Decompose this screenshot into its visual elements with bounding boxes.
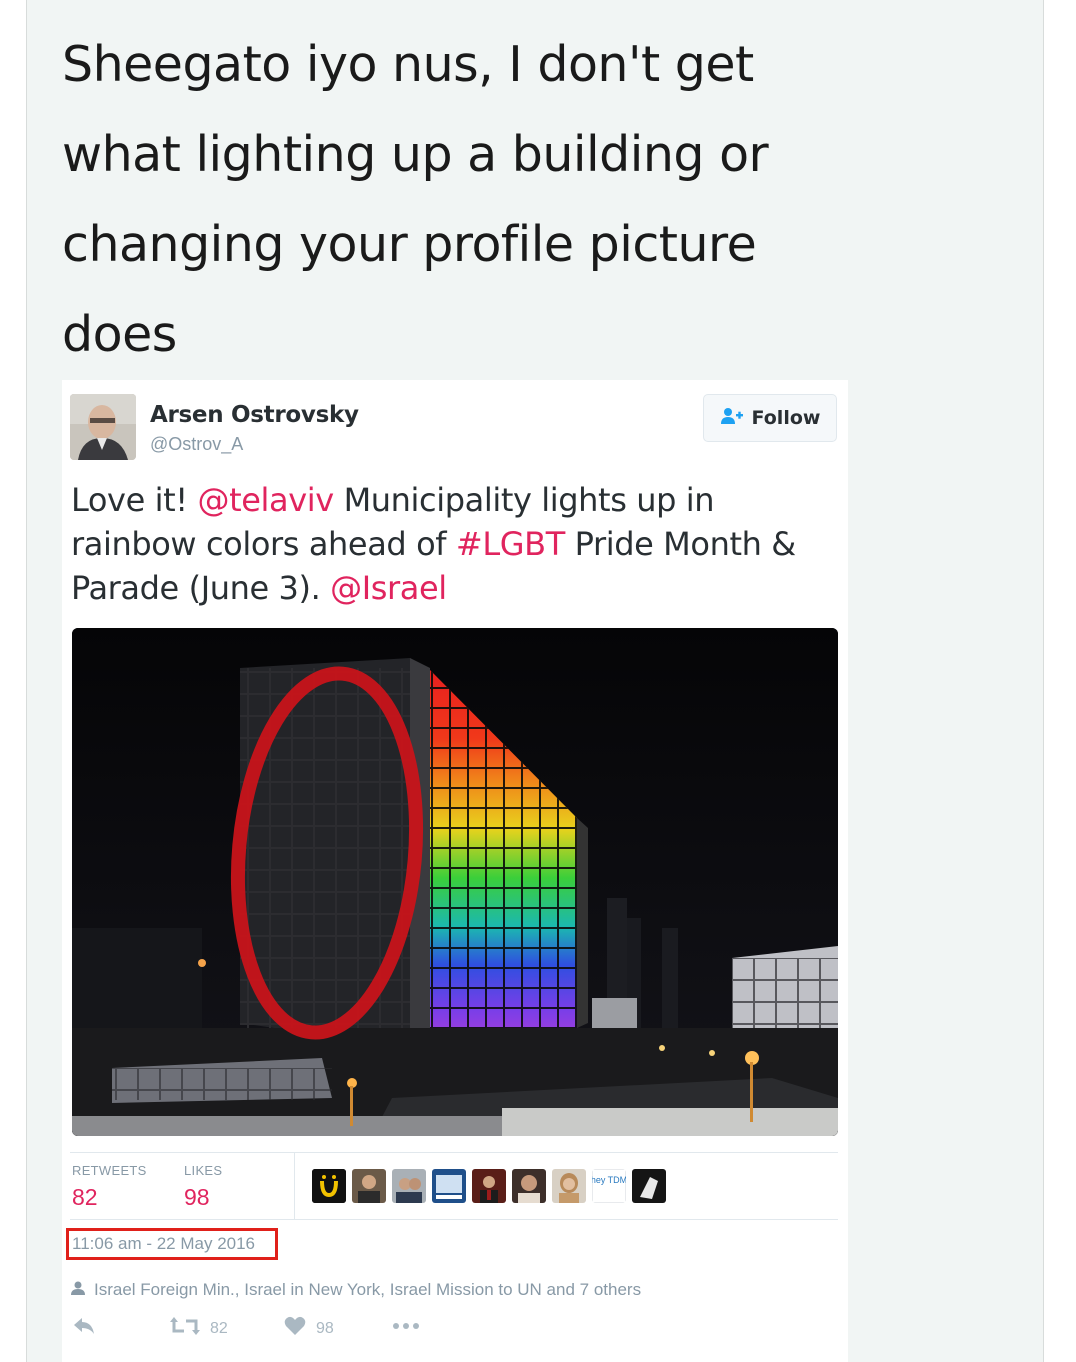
follow-button[interactable]: Follow (703, 394, 837, 442)
likes-count: 98 (184, 1184, 210, 1210)
liker-avatar[interactable] (552, 1169, 586, 1203)
tweet-actions: 82 98 (72, 1316, 592, 1346)
tweet-photo[interactable] (72, 628, 838, 1136)
tdm-badge-text: hey TDM (592, 1175, 626, 1185)
liker-avatar[interactable] (632, 1169, 666, 1203)
liker-avatar[interactable] (392, 1169, 426, 1203)
author-avatar[interactable] (70, 394, 136, 460)
add-user-icon (720, 407, 744, 430)
retweeted-by-line: Israel Foreign Min., Israel in New York,… (70, 1280, 641, 1300)
hashtag-link-lgbt[interactable]: #LGBT (456, 525, 565, 563)
author-name[interactable]: Arsen Ostrovsky (150, 402, 359, 428)
retweets-count: 82 (72, 1184, 98, 1210)
tweet-timestamp[interactable]: 11:06 am - 22 May 2016 (66, 1228, 278, 1260)
post-text: Sheegato iyo nus, I don't get what light… (62, 36, 769, 363)
retweets-stat[interactable]: RETWEETS 82 (72, 1163, 147, 1211)
retweet-icon (170, 1316, 200, 1341)
tweet-stats: RETWEETS 82 LIKES 98 hey TDM (70, 1152, 838, 1220)
retweet-button[interactable]: 82 (170, 1316, 228, 1341)
more-dots-icon (392, 1316, 420, 1341)
tweet-text-part: Love it! (71, 481, 198, 519)
liker-avatar[interactable] (432, 1169, 466, 1203)
author-handle[interactable]: @Ostrov_A (150, 434, 243, 455)
mention-link-israel[interactable]: @Israel (330, 569, 447, 607)
heart-icon (284, 1316, 306, 1341)
reply-button[interactable] (72, 1316, 96, 1341)
likes-label: LIKES (184, 1163, 223, 1178)
more-button[interactable] (392, 1316, 420, 1341)
liker-avatars: hey TDM (312, 1169, 666, 1203)
liker-avatar-tdm[interactable]: hey TDM (592, 1169, 626, 1203)
likes-stat[interactable]: LIKES 98 (184, 1163, 222, 1211)
retweets-label: RETWEETS (72, 1163, 147, 1178)
stats-divider (294, 1153, 295, 1219)
retweeted-by-text[interactable]: Israel Foreign Min., Israel in New York,… (94, 1280, 641, 1300)
embedded-tweet[interactable]: Arsen Ostrovsky @Ostrov_A Follow Love it… (62, 380, 848, 1362)
reply-icon (72, 1316, 96, 1341)
tweet-text: Love it! @telaviv Municipality lights up… (71, 478, 841, 610)
liker-avatar[interactable] (512, 1169, 546, 1203)
liker-avatar[interactable] (312, 1169, 346, 1203)
user-icon (70, 1280, 86, 1300)
retweet-count: 82 (210, 1319, 228, 1337)
like-count: 98 (316, 1319, 334, 1337)
liker-avatar[interactable] (352, 1169, 386, 1203)
liker-avatar[interactable] (472, 1169, 506, 1203)
follow-label: Follow (751, 407, 821, 429)
mention-link-telaviv[interactable]: @telaviv (197, 481, 334, 519)
like-button[interactable]: 98 (284, 1316, 334, 1341)
